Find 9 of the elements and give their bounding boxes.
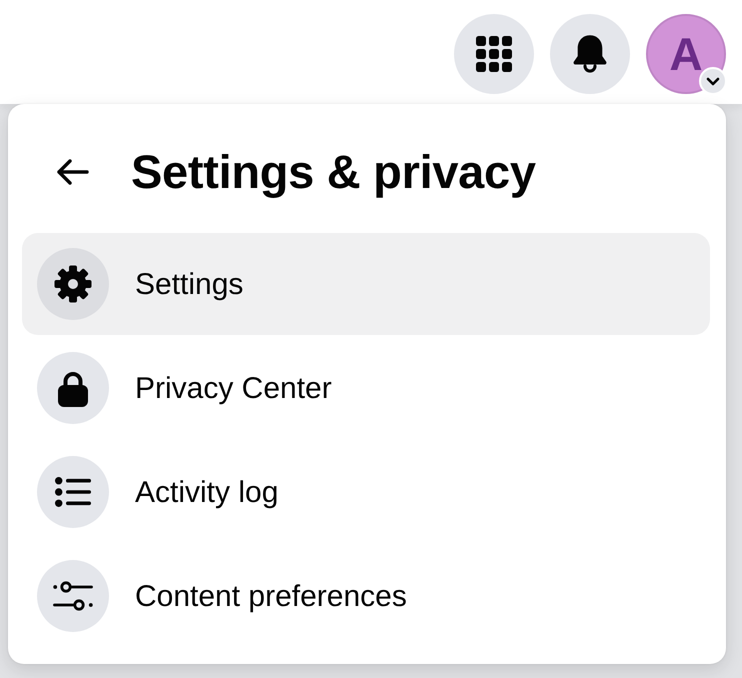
menu-item[interactable]: Settings xyxy=(22,233,710,335)
back-arrow-icon xyxy=(57,159,89,185)
menu-title: Settings & privacy xyxy=(131,146,536,198)
menu-item[interactable]: Privacy Center xyxy=(22,337,710,439)
bell-icon xyxy=(573,35,607,73)
menu-item[interactable]: Activity log xyxy=(22,441,710,543)
menu-item[interactable]: Content preferences xyxy=(22,545,710,647)
account-avatar[interactable]: A xyxy=(646,14,726,94)
grid-icon xyxy=(476,36,512,72)
